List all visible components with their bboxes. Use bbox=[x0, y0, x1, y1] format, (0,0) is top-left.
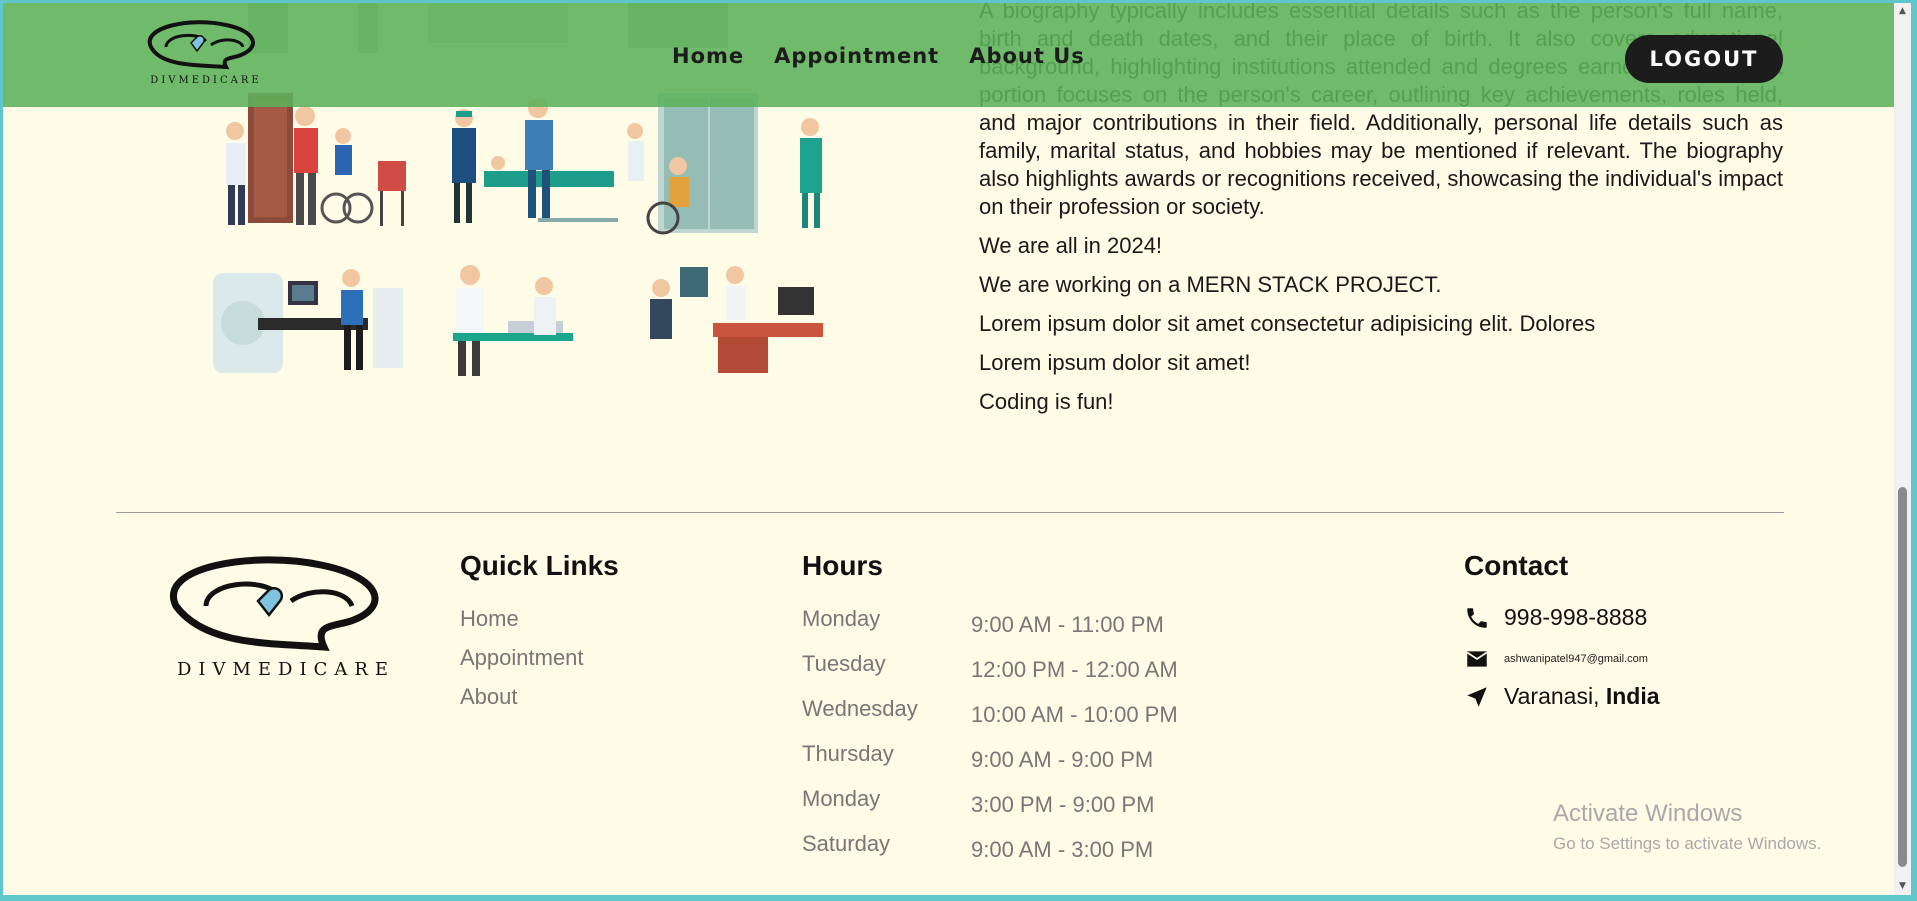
hours-time: 3:00 PM - 9:00 PM bbox=[971, 792, 1155, 817]
footer-link-about[interactable]: About bbox=[460, 684, 518, 710]
hours-day: Thursday bbox=[802, 741, 894, 766]
page-viewport: A biography typically includes essential… bbox=[3, 3, 1894, 895]
scroll-up-arrow-icon[interactable]: ▲ bbox=[1894, 3, 1911, 20]
hours-day: Monday bbox=[802, 786, 881, 811]
hours-time: 9:00 AM - 9:00 PM bbox=[971, 747, 1154, 772]
bio-line: Coding is fun! bbox=[979, 389, 1114, 414]
hours-heading: Hours bbox=[802, 550, 883, 581]
mail-icon bbox=[1464, 646, 1490, 672]
contact-heading: Contact bbox=[1464, 550, 1569, 581]
bio-line: We are working on a MERN STACK PROJECT. bbox=[979, 272, 1442, 297]
bio-line: We are all in 2024! bbox=[979, 233, 1163, 258]
hours-time: 12:00 PM - 12:00 AM bbox=[971, 657, 1178, 682]
footer-logo: DIVMEDICARE bbox=[146, 551, 426, 681]
nav-link-appointment[interactable]: Appointment bbox=[774, 44, 939, 68]
activate-windows-title: Activate Windows bbox=[1553, 800, 1743, 827]
hours-time: 9:00 AM - 11:00 PM bbox=[971, 612, 1164, 637]
footer-brain-heart-logo-icon bbox=[170, 556, 379, 651]
hours-day: Tuesday bbox=[802, 651, 886, 676]
footer-logo-text: DIVMEDICARE bbox=[176, 659, 396, 680]
logout-button[interactable]: LOGOUT bbox=[1625, 35, 1783, 83]
contact-location-row: Varanasi, India bbox=[1464, 683, 1660, 710]
hours-day: Wednesday bbox=[802, 696, 918, 721]
contact-city: Varanasi, bbox=[1504, 683, 1600, 709]
contact-phone-row[interactable]: 998-998-8888 bbox=[1464, 604, 1647, 631]
quick-links-heading: Quick Links bbox=[460, 550, 619, 581]
hours-time: 10:00 AM - 10:00 PM bbox=[971, 702, 1178, 727]
footer-divider bbox=[116, 512, 1784, 513]
location-icon bbox=[1464, 684, 1490, 710]
hours-time: 9:00 AM - 3:00 PM bbox=[971, 837, 1154, 862]
nav-links: Home Appointment About Us bbox=[672, 44, 1085, 68]
bio-line: Lorem ipsum dolor sit amet consectetur a… bbox=[979, 311, 1596, 336]
nav-link-about-us[interactable]: About Us bbox=[969, 44, 1085, 68]
contact-email: ashwanipatel947@gmail.com bbox=[1504, 653, 1648, 665]
activate-windows-subtitle: Go to Settings to activate Windows. bbox=[1553, 834, 1822, 853]
bio-line: Lorem ipsum dolor sit amet! bbox=[979, 350, 1251, 375]
brain-heart-logo-icon bbox=[147, 20, 255, 70]
nav-link-home[interactable]: Home bbox=[672, 44, 744, 68]
contact-country: India bbox=[1605, 683, 1660, 709]
activate-windows-watermark: Activate Windows Go to Settings to activ… bbox=[1553, 800, 1821, 854]
top-navbar: DIVMEDICARE Home Appointment About Us LO… bbox=[3, 3, 1894, 107]
footer-link-appointment[interactable]: Appointment bbox=[460, 645, 584, 671]
contact-phone: 998-998-8888 bbox=[1504, 604, 1648, 630]
hours-day: Monday bbox=[802, 606, 881, 631]
phone-icon bbox=[1464, 605, 1490, 631]
vertical-scrollbar[interactable]: ▲ ▼ bbox=[1894, 3, 1911, 895]
navbar-logo-text: DIVMEDICARE bbox=[150, 75, 262, 86]
scrollbar-thumb[interactable] bbox=[1898, 487, 1907, 867]
contact-email-row[interactable]: ashwanipatel947@gmail.com bbox=[1464, 646, 1648, 672]
hours-day: Saturday bbox=[802, 831, 891, 856]
footer-link-home[interactable]: Home bbox=[460, 606, 519, 632]
navbar-logo[interactable]: DIVMEDICARE bbox=[131, 17, 281, 89]
contact-location: Varanasi, India bbox=[1504, 683, 1660, 710]
scroll-down-arrow-icon[interactable]: ▼ bbox=[1894, 878, 1911, 895]
